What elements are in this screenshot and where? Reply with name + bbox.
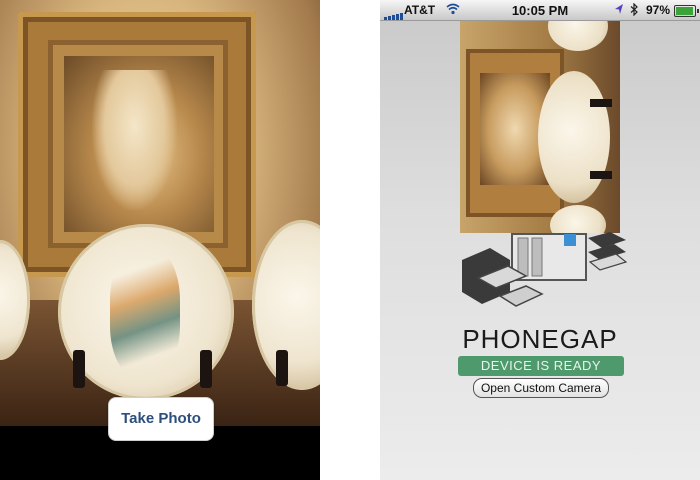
plate-illustration: [110, 248, 180, 378]
app-screen: AT&T 10:05 PM 97% PHONEGAP DEVICE IS REA…: [380, 0, 700, 480]
thumb-stand: [590, 171, 612, 179]
photo-thumbnail: [460, 21, 620, 233]
plate-stand: [73, 350, 85, 388]
device-ready-badge: DEVICE IS READY: [458, 356, 624, 376]
thumb-plate: [550, 205, 606, 233]
thumb-plate: [538, 71, 610, 203]
app-title: PHONEGAP: [462, 324, 618, 354]
camera-screen: Take Photo: [0, 0, 320, 480]
phonegap-robot-logo: [462, 232, 628, 307]
camera-viewfinder: [0, 0, 320, 426]
plate-stand: [276, 350, 288, 386]
thumb-stand: [590, 99, 612, 107]
battery-icon: [674, 5, 699, 17]
bluetooth-icon: [630, 3, 638, 16]
status-bar: AT&T 10:05 PM 97%: [380, 0, 700, 21]
location-arrow-icon: [615, 4, 623, 14]
thumb-plate: [548, 21, 608, 51]
take-photo-button[interactable]: Take Photo: [108, 397, 214, 441]
painting-figure: [92, 70, 177, 210]
open-custom-camera-button[interactable]: Open Custom Camera: [473, 378, 609, 398]
plate-stand: [200, 350, 212, 388]
battery-percent: 97%: [646, 3, 671, 17]
